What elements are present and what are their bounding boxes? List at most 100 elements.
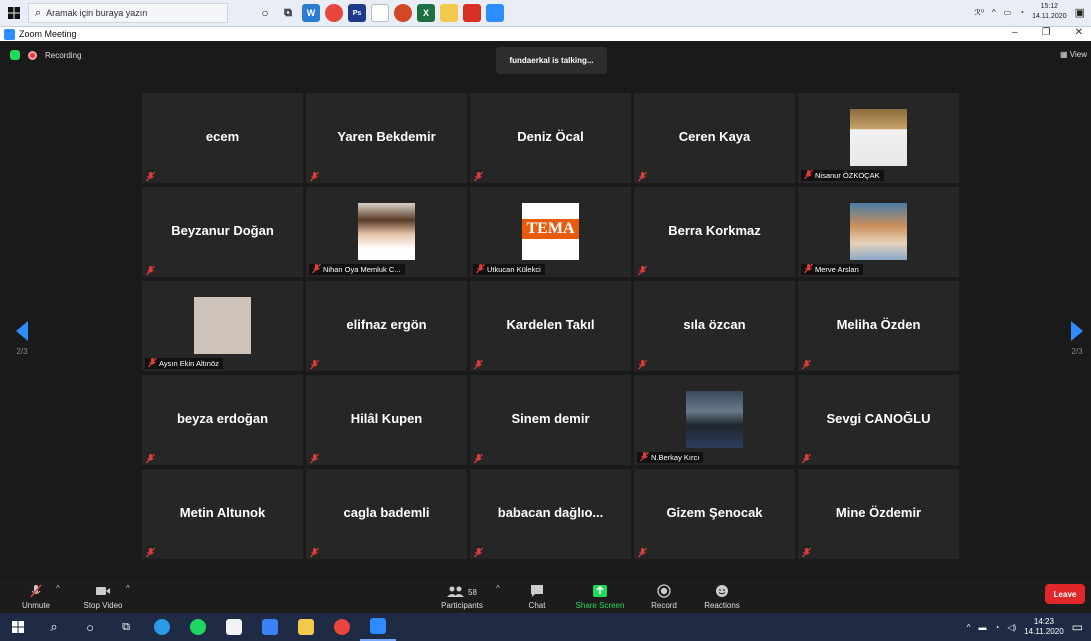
action-center-icon[interactable]: ▭ [1072, 620, 1083, 634]
chrome-icon[interactable] [325, 4, 343, 22]
search-placeholder: Aramak için buraya yazın [46, 8, 148, 18]
chrome-taskbar-icon[interactable] [324, 613, 360, 641]
start-button[interactable] [0, 613, 36, 641]
reactions-button[interactable]: Reactions [700, 580, 744, 613]
muted-mic-icon [639, 452, 650, 462]
notification-icon[interactable]: ▣ [1075, 6, 1085, 19]
participant-tile[interactable]: babacan dağlıo... [470, 469, 631, 559]
tray-chevron-icon[interactable]: ^ [992, 8, 996, 17]
stop-video-label: Stop Video [83, 601, 123, 610]
participant-name: Beyzanur Doğan [171, 223, 274, 238]
participant-tile[interactable]: Nisanur ÖZKOÇAK [798, 93, 959, 183]
participant-logo-text: TEMA [522, 219, 579, 239]
cortana-circle-icon[interactable]: ○ [72, 613, 108, 641]
participant-tile[interactable]: Yaren Bekdemir [306, 93, 467, 183]
top-clock[interactable]: 15:12 14.11.2020 [1032, 2, 1067, 22]
participant-tile[interactable]: Berra Korkmaz [634, 187, 795, 277]
muted-mic-icon [801, 357, 812, 370]
share-screen-button[interactable]: Share Screen [572, 580, 628, 613]
cortana-icon[interactable]: ○ [256, 4, 274, 22]
windows-start-icon[interactable] [0, 0, 28, 27]
close-icon[interactable]: ✕ [1075, 27, 1083, 38]
volume-icon[interactable]: ◁) [1007, 623, 1016, 632]
taskbar-search-box[interactable]: ⌕ Aramak için buraya yazın [28, 3, 228, 23]
wifi-icon[interactable]: ◔ [1019, 8, 1024, 17]
participant-tile[interactable]: TEMA Utkucan Külekci [470, 187, 631, 277]
encryption-shield-icon[interactable] [10, 50, 20, 60]
participant-tile[interactable]: cagla bademli [306, 469, 467, 559]
powerpoint-icon[interactable] [394, 4, 412, 22]
file-icon[interactable] [371, 4, 389, 22]
participant-tile[interactable]: Nihan Oya Memluk C... [306, 187, 467, 277]
participant-name: Kardelen Takıl [506, 317, 595, 332]
participant-tile[interactable]: Beyzanur Doğan [142, 187, 303, 277]
excel-icon[interactable]: X [417, 4, 435, 22]
word-icon[interactable]: W [302, 4, 320, 22]
bottom-clock[interactable]: 14:23 14.11.2020 [1024, 617, 1063, 637]
unmute-button[interactable]: Unmute [18, 580, 54, 613]
participant-tile[interactable]: Sinem demir [470, 375, 631, 465]
battery-icon[interactable]: ▭ [1004, 8, 1012, 17]
participants-button[interactable]: 58 Participants [436, 580, 488, 613]
participant-tile[interactable]: Merve Arslan [798, 187, 959, 277]
top-clock-time: 15:12 [1040, 3, 1059, 10]
task-view-icon[interactable]: ⧉ [279, 4, 297, 22]
participant-name: Nisanur ÖZKOÇAK [815, 171, 880, 180]
minimize-icon[interactable]: – [1012, 27, 1018, 38]
audio-options-caret-icon[interactable]: ^ [56, 584, 60, 593]
participant-tile[interactable]: sıla özcan [634, 281, 795, 371]
participant-tile[interactable]: Sevgi CANOĞLU [798, 375, 959, 465]
participant-name: Mine Özdemir [835, 505, 922, 520]
participant-video [850, 109, 907, 166]
participant-tile[interactable]: Mine Özdemir [798, 469, 959, 559]
leave-button[interactable]: Leave [1045, 584, 1085, 604]
people-icon[interactable]: ℛ⁰ [974, 8, 984, 17]
participant-name: Gizem Şenocak [666, 505, 763, 520]
participant-tile[interactable]: beyza erdoğan [142, 375, 303, 465]
folder-icon[interactable] [440, 4, 458, 22]
participant-tile[interactable]: N.Berkay Kırcı [634, 375, 795, 465]
participant-tile[interactable]: Ceren Kaya [634, 93, 795, 183]
participant-tile[interactable]: Meliha Özden [798, 281, 959, 371]
participant-tile[interactable]: Hilâl Kupen [306, 375, 467, 465]
chat-label: Chat [528, 601, 546, 610]
participants-caret-icon[interactable]: ^ [496, 584, 500, 593]
spotify-icon[interactable] [180, 613, 216, 641]
participant-video [686, 391, 743, 448]
record-button[interactable]: Record [648, 580, 680, 613]
previous-page-button[interactable]: 2/3 [14, 321, 30, 356]
muted-mic-icon [637, 545, 648, 558]
zoom-taskbar-button[interactable] [360, 613, 396, 641]
pdf-icon[interactable] [463, 4, 481, 22]
photoshop-icon[interactable]: Ps [348, 4, 366, 22]
restore-icon[interactable]: ❐ [1042, 27, 1051, 38]
participant-tile[interactable]: ecem [142, 93, 303, 183]
muted-mic-icon [311, 264, 322, 274]
battery-status-icon[interactable]: ▬ [979, 623, 987, 632]
participant-tile[interactable]: Metin Altunok [142, 469, 303, 559]
view-button[interactable]: ▦ View [1060, 50, 1087, 59]
participant-tile[interactable]: Kardelen Takıl [470, 281, 631, 371]
edge-icon[interactable] [144, 613, 180, 641]
mail-icon[interactable] [252, 613, 288, 641]
store-icon[interactable] [216, 613, 252, 641]
zoom-title-bar: Zoom Meeting – ❐ ✕ [0, 27, 1091, 41]
stop-video-button[interactable]: Stop Video [80, 580, 126, 613]
explorer-icon[interactable] [288, 613, 324, 641]
participant-tile[interactable]: Aysın Ekin Altınöz [142, 281, 303, 371]
participant-tile[interactable]: Gizem Şenocak [634, 469, 795, 559]
participant-name: Sinem demir [511, 411, 590, 426]
tray-up-icon[interactable]: ^ [967, 623, 971, 632]
chat-button[interactable]: Chat [522, 580, 552, 613]
taskbar-search-icon[interactable]: ⌕ [36, 613, 72, 641]
video-options-caret-icon[interactable]: ^ [126, 584, 130, 593]
taskview-icon[interactable]: ⧉ [108, 613, 144, 641]
zoom-taskbar-icon[interactable] [486, 4, 504, 22]
next-page-button[interactable]: 2/3 [1069, 321, 1085, 356]
network-icon[interactable]: ◔ [995, 623, 1000, 632]
participant-tile[interactable]: elifnaz ergön [306, 281, 467, 371]
recording-label: Recording [45, 50, 82, 60]
participant-tile[interactable]: Deniz Öcal [470, 93, 631, 183]
participants-label: Participants [441, 601, 483, 610]
top-clock-date: 14.11.2020 [1032, 13, 1067, 20]
